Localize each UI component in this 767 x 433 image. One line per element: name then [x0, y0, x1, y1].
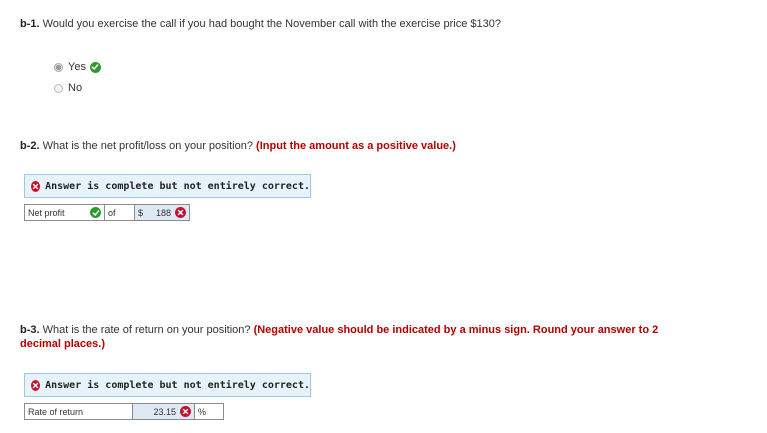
option-yes[interactable]: Yes	[54, 61, 101, 73]
question-number: b-1.	[20, 18, 40, 30]
row-label: Rate of return	[28, 406, 84, 417]
label-cell: Net profit	[25, 205, 105, 220]
row-label: Net profit	[28, 207, 65, 218]
of-label: of	[108, 207, 116, 218]
cross-icon	[31, 180, 41, 192]
feedback-banner: Answer is complete but not entirely corr…	[24, 174, 311, 198]
question-b1: b-1. Would you exercise the call if you …	[20, 18, 501, 30]
input-value: 23.15	[153, 406, 176, 417]
question-b2: b-2. What is the net profit/loss on your…	[20, 140, 456, 152]
question-text: What is the net profit/loss on your posi…	[42, 140, 253, 152]
net-profit-input[interactable]: $ 188	[135, 205, 189, 220]
input-value: 188	[155, 207, 171, 218]
check-icon	[90, 207, 101, 218]
question-text: What is the rate of return on your posit…	[42, 324, 251, 336]
question-b3: b-3. What is the rate of return on your …	[20, 323, 658, 351]
question-instruction-cont: decimal places.)	[20, 338, 105, 350]
question-number: b-2.	[20, 140, 40, 152]
radio-no[interactable]	[54, 83, 63, 93]
feedback-banner: Answer is complete but not entirely corr…	[24, 373, 311, 397]
cross-icon	[180, 406, 191, 417]
radio-yes[interactable]	[54, 62, 63, 72]
feedback-text: Answer is complete but not entirely corr…	[45, 379, 310, 391]
cross-icon	[175, 207, 186, 218]
feedback-text: Answer is complete but not entirely corr…	[45, 180, 310, 192]
option-yes-label: Yes	[68, 61, 86, 73]
rate-of-return-input[interactable]: 23.15	[133, 404, 195, 419]
cross-icon	[31, 379, 41, 391]
check-icon	[89, 61, 101, 73]
question-text: Would you exercise the call if you had b…	[42, 18, 502, 30]
unit-label: %	[198, 406, 207, 417]
question-instruction: (Input the amount as a positive value.)	[256, 140, 456, 152]
answer-row-rate-of-return: Rate of return 23.15 %	[24, 403, 224, 420]
unit-cell: %	[195, 404, 223, 419]
label-cell: Rate of return	[25, 404, 133, 419]
question-instruction: (Negative value should be indicated by a…	[253, 324, 659, 336]
currency-symbol: $	[138, 207, 144, 218]
answer-row-net-profit: Net profit of $ 188	[24, 204, 190, 221]
of-cell: of	[105, 205, 135, 220]
option-no-label: No	[68, 82, 83, 94]
question-number: b-3.	[20, 324, 40, 336]
option-no[interactable]: No	[54, 82, 82, 94]
